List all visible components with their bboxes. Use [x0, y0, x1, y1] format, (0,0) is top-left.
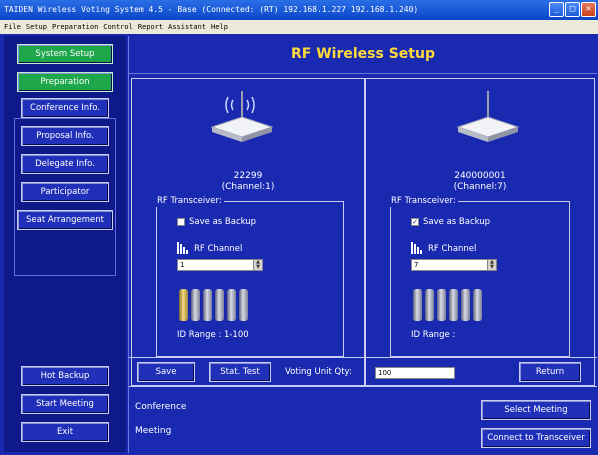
unit-slot: [437, 289, 446, 321]
voting-unit-qty-label: Voting Unit Qty:: [285, 367, 352, 377]
wireless-transceiver-icon: [456, 91, 520, 142]
save-backup-row[interactable]: Save as Backup: [177, 217, 256, 227]
rf-channel-value: 7: [414, 261, 419, 269]
unit-slot: [473, 289, 482, 321]
spinner-icon[interactable]: ▲ ▼: [253, 260, 262, 270]
meeting-label: Meeting: [135, 426, 172, 436]
device-panel-2: 240000001 (Channel:7) RF Transceiver: ✓ …: [365, 78, 595, 386]
rf-channel-input[interactable]: 1 ▲ ▼: [177, 259, 263, 271]
rf-channel-label: RF Channel: [428, 244, 477, 254]
rf-channel-input[interactable]: 7 ▲ ▼: [411, 259, 497, 271]
sidebar-item-delegate-info[interactable]: Delegate Info.: [21, 154, 109, 174]
device-panel-1: 22299 (Channel:1) RF Transceiver: Save a…: [131, 78, 365, 386]
return-button[interactable]: Return: [519, 362, 581, 382]
close-button[interactable]: ✕: [581, 2, 596, 17]
menu-preparation[interactable]: Preparation: [52, 20, 98, 34]
conference-label: Conference: [135, 402, 187, 412]
transceiver-group-1: RF Transceiver: Save as Backup RF Channe…: [155, 195, 344, 357]
window-controls: _ □ ✕: [549, 2, 596, 17]
menu-control[interactable]: Control: [103, 20, 133, 34]
sidebar-item-conference-info[interactable]: Conference Info.: [21, 98, 109, 118]
voting-unit-qty-input[interactable]: 100: [375, 367, 455, 379]
window-title: TAIDEN Wireless Voting System 4.5 - Base…: [4, 5, 419, 14]
rf-channel-value: 1: [180, 261, 185, 269]
maximize-button[interactable]: □: [565, 2, 580, 17]
page-title: RF Wireless Setup: [129, 36, 597, 74]
sidebar-item-participator[interactable]: Participator: [21, 182, 109, 202]
exit-button[interactable]: Exit: [21, 422, 109, 442]
unit-slot: [203, 289, 212, 321]
save-backup-checkbox[interactable]: ✓: [411, 218, 419, 226]
rf-channel-row: RF Channel: [177, 242, 242, 254]
transceiver-group-2: RF Transceiver: ✓ Save as Backup RF Chan…: [389, 195, 570, 357]
unit-slot: [179, 289, 188, 321]
save-backup-row[interactable]: ✓ Save as Backup: [411, 217, 490, 227]
hot-backup-button[interactable]: Hot Backup: [21, 366, 109, 386]
id-range: ID Range :: [411, 330, 456, 340]
sidebar-item-proposal-info[interactable]: Proposal Info.: [21, 126, 109, 146]
connect-transceiver-button[interactable]: Connect to Transceiver: [481, 428, 591, 448]
start-meeting-button[interactable]: Start Meeting: [21, 394, 109, 414]
action-toolbar: Save Stat. Test Voting Unit Qty: 100 Ret…: [129, 357, 597, 387]
unit-slot: [215, 289, 224, 321]
spinner-icon[interactable]: ▲ ▼: [487, 260, 496, 270]
unit-slot: [191, 289, 200, 321]
unit-slot: [461, 289, 470, 321]
sidebar-system-setup-button[interactable]: System Setup: [17, 44, 113, 64]
unit-slot: [227, 289, 236, 321]
transceiver-title: RF Transceiver:: [155, 195, 224, 207]
device-channel: (Channel:7): [453, 182, 507, 192]
voting-unit-slots: [413, 289, 482, 321]
window-titlebar: TAIDEN Wireless Voting System 4.5 - Base…: [0, 0, 598, 20]
select-meeting-button[interactable]: Select Meeting: [481, 400, 591, 420]
menu-file[interactable]: File: [4, 20, 21, 34]
device-name: 240000001: [454, 171, 506, 181]
menu-report[interactable]: Report: [138, 20, 163, 34]
save-backup-checkbox[interactable]: [177, 218, 185, 226]
unit-slot: [449, 289, 458, 321]
sidebar-item-seat-arrangement[interactable]: Seat Arrangement: [17, 210, 113, 230]
rf-channel-row: RF Channel: [411, 242, 476, 254]
device-channel: (Channel:1): [221, 182, 275, 192]
menu-assistant[interactable]: Assistant: [168, 20, 206, 34]
signal-bars-icon: [177, 242, 188, 254]
wireless-transceiver-icon: [210, 91, 274, 142]
sidebar: System Setup Preparation Conference Info…: [4, 36, 126, 452]
menu-bar: File Setup Preparation Control Report As…: [0, 20, 598, 34]
voting-unit-slots: [179, 289, 248, 321]
rf-channel-label: RF Channel: [194, 244, 243, 254]
menu-help[interactable]: Help: [211, 20, 228, 34]
sidebar-preparation-button[interactable]: Preparation: [17, 72, 113, 92]
save-button[interactable]: Save: [137, 362, 195, 382]
unit-slot: [413, 289, 422, 321]
unit-slot: [239, 289, 248, 321]
device-name: 22299: [233, 171, 263, 181]
transceiver-title: RF Transceiver:: [389, 195, 458, 207]
menu-setup[interactable]: Setup: [26, 20, 47, 34]
signal-bars-icon: [411, 242, 422, 254]
save-backup-label: Save as Backup: [189, 217, 257, 227]
unit-slot: [425, 289, 434, 321]
minimize-button[interactable]: _: [549, 2, 564, 17]
id-range: ID Range : 1-100: [177, 330, 249, 340]
stat-test-button[interactable]: Stat. Test: [209, 362, 271, 382]
main-panel: RF Wireless Setup 22299 (Channel:1) RF T…: [128, 36, 597, 453]
save-backup-label: Save as Backup: [423, 217, 491, 227]
